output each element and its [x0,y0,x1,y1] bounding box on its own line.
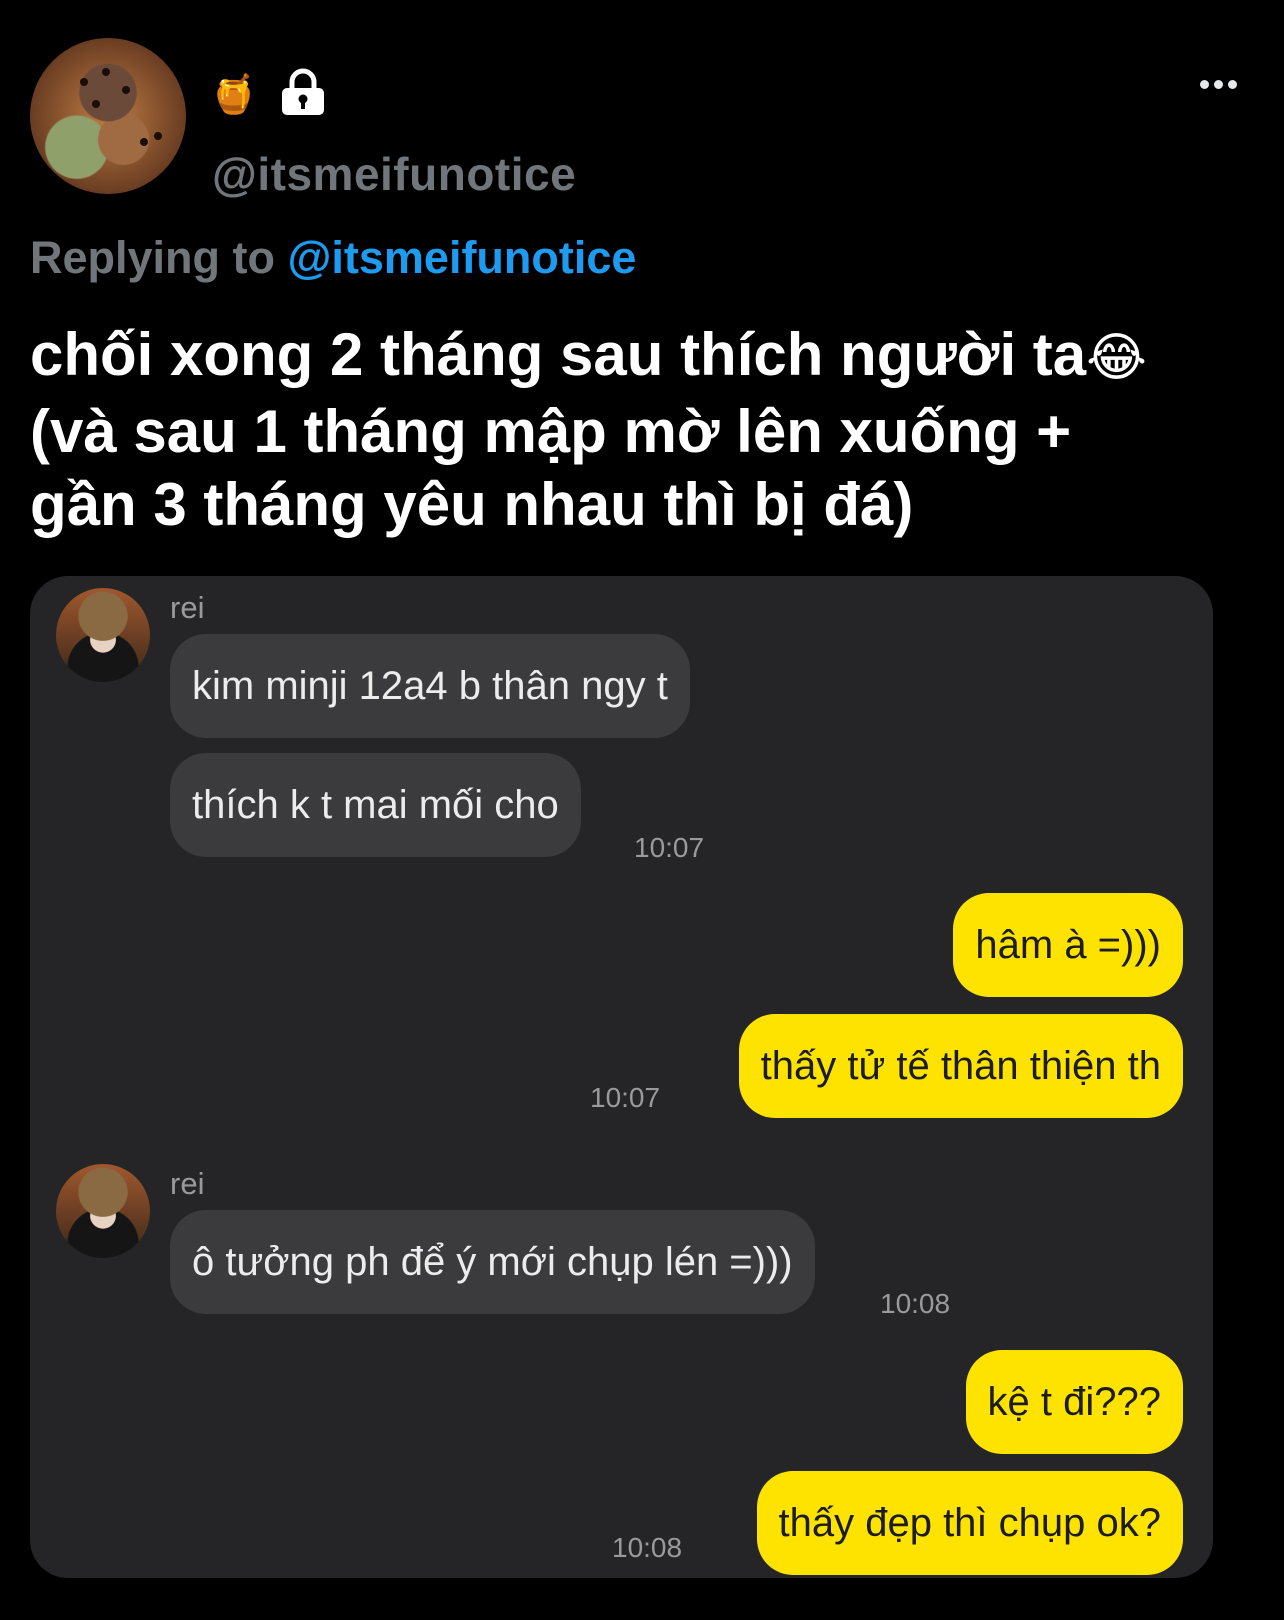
tweet-text-line-2: (và sau 1 tháng mập mờ lên xuống + [30,398,1072,465]
message-timestamp: 10:08 [880,1288,951,1319]
message-timestamp: 10:08 [612,1532,683,1563]
tweet-text-line-3: gần 3 tháng yêu nhau thì bị đá) [30,471,914,538]
honey-pot-icon: 🍯 [210,72,258,116]
tweet-text-line-1: chối xong 2 tháng sau thích người ta😂 [30,321,1147,388]
profile-avatar[interactable] [30,38,186,194]
replying-handle-link[interactable]: @itsmeifunotice [288,232,637,283]
sender-avatar [56,588,150,682]
replying-to-line: Replying to @itsmeifunotice [30,232,636,284]
message-bubble-incoming: kim minji 12a4 b thân ngy t [170,634,690,738]
message-bubble-outgoing: thấy đẹp thì chụp ok? [756,1471,1183,1575]
lock-icon [282,68,324,115]
message-bubble-outgoing: kệ t đi??? [965,1350,1183,1454]
more-options-icon[interactable] [1200,80,1237,89]
sender-name: rei [170,590,205,625]
tweet-text: chối xong 2 tháng sau thích người ta😂 (v… [30,318,1270,541]
sender-avatar [56,1164,150,1258]
message-bubble-incoming: ô tưởng ph để ý mới chụp lén =))) [170,1210,815,1314]
sender-name: rei [170,1166,205,1201]
message-bubble-incoming: thích k t mai mối cho [170,753,581,857]
message-timestamp: 10:07 [590,1082,661,1113]
chat-screenshot-image[interactable]: rei kim minji 12a4 b thân ngy t thích k … [30,576,1213,1578]
message-timestamp: 10:07 [634,832,705,863]
laughing-emoji-icon: 😂 [1086,328,1147,388]
author-handle[interactable]: @itsmeifunotice [212,147,576,201]
replying-label: Replying to [30,232,275,283]
message-bubble-outgoing: hâm à =))) [953,893,1183,997]
message-bubble-outgoing: thấy tử tế thân thiện th [738,1014,1183,1118]
